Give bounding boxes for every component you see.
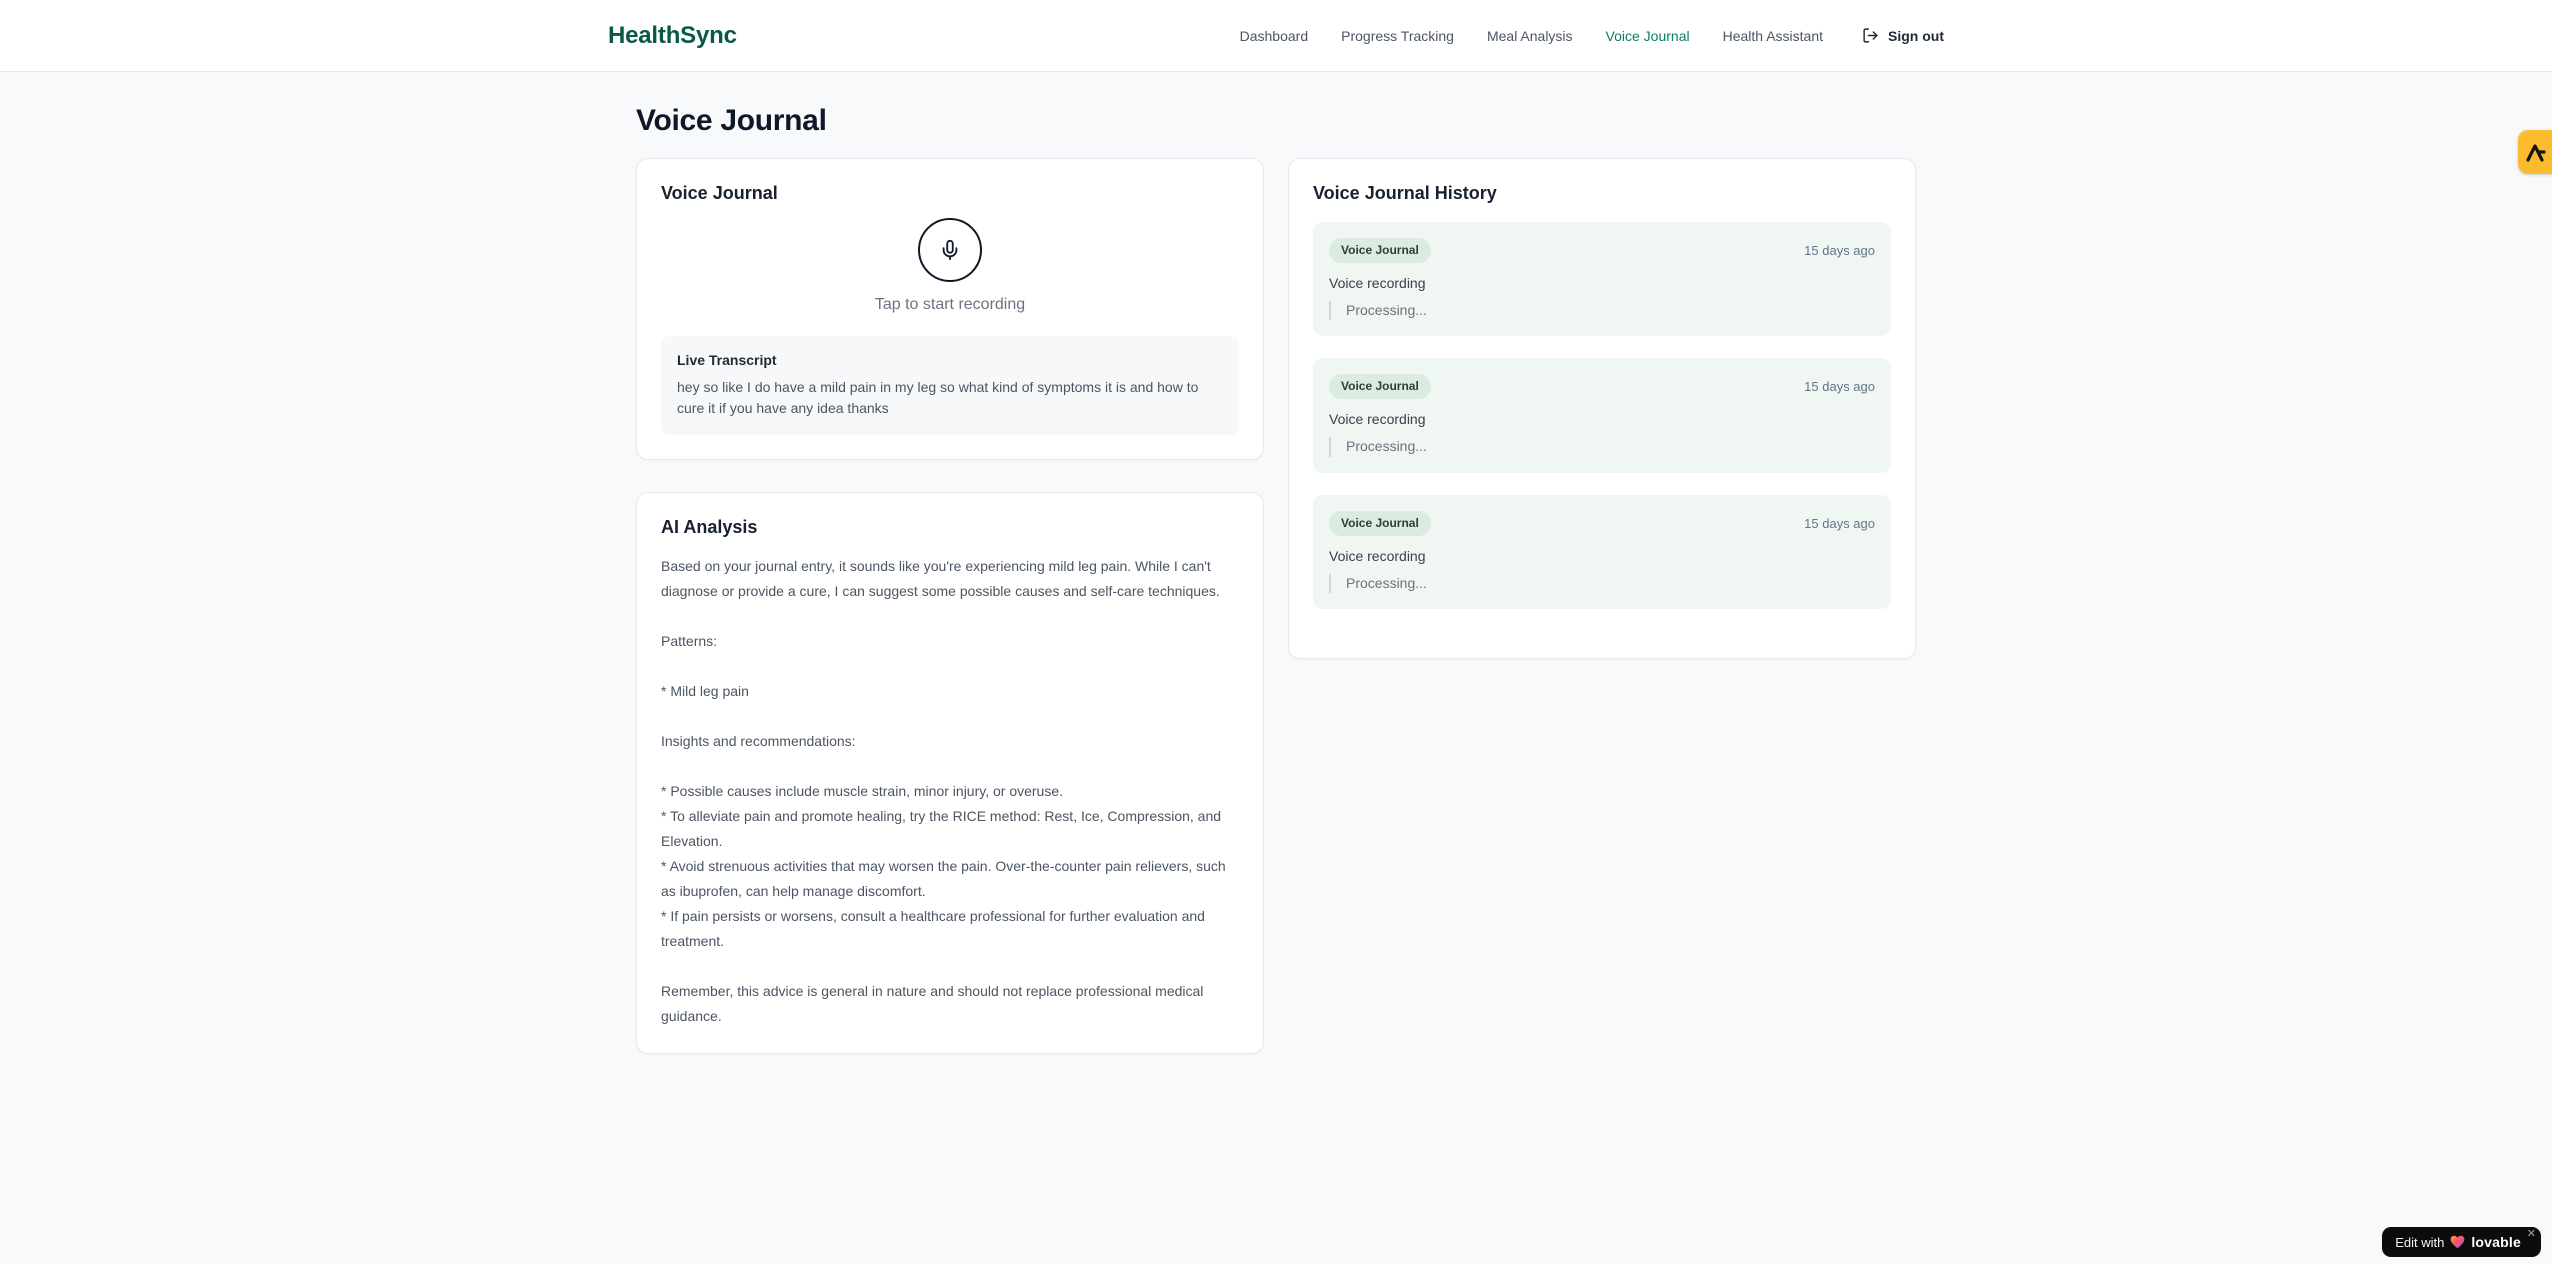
edit-pill-label: Edit with	[2395, 1234, 2445, 1250]
live-transcript-label: Live Transcript	[677, 352, 777, 368]
entry-title: Voice recording	[1329, 547, 1426, 564]
entry-title: Voice recording	[1329, 411, 1426, 428]
nav-item-health-assistant[interactable]: Health Assistant	[1723, 28, 1823, 44]
sign-out-label: Sign out	[1888, 27, 1944, 44]
live-transcript-box: Live Transcript hey so like I do have a …	[661, 336, 1239, 435]
recorder-card-title: Voice Journal	[661, 183, 778, 203]
entry-type-badge: Voice Journal	[1329, 374, 1431, 400]
lovable-wordmark: lovable	[2471, 1234, 2521, 1250]
entry-header: Voice Journal 15 days ago	[1329, 238, 1875, 263]
content-columns: Voice Journal Tap to start recording Liv…	[636, 158, 1916, 1054]
entry-header: Voice Journal 15 days ago	[1329, 510, 1875, 536]
history-list-item[interactable]: Voice Journal 15 days ago Voice recordin…	[1313, 222, 1891, 337]
record-button[interactable]	[918, 218, 982, 282]
left-column: Voice Journal Tap to start recording Liv…	[636, 158, 1264, 1054]
side-panel-badge-button[interactable]	[2518, 130, 2552, 174]
navbar-inner: HealthSync Dashboard Progress Tracking M…	[608, 0, 1944, 71]
top-navbar: HealthSync Dashboard Progress Tracking M…	[0, 0, 2552, 72]
voice-journal-history-card: Voice Journal History Voice Journal 15 d…	[1288, 158, 1916, 659]
nav-item-progress-tracking[interactable]: Progress Tracking	[1341, 28, 1454, 44]
entry-type-badge: Voice Journal	[1329, 238, 1431, 263]
entry-status: Processing...	[1329, 573, 1875, 594]
voice-recorder-card: Voice Journal Tap to start recording Liv…	[636, 158, 1264, 460]
entry-title: Voice recording	[1329, 274, 1426, 291]
nav-item-dashboard[interactable]: Dashboard	[1240, 28, 1309, 44]
ai-analysis-card: AI Analysis Based on your journal entry,…	[636, 492, 1264, 1054]
nav-item-meal-analysis[interactable]: Meal Analysis	[1487, 28, 1573, 44]
ai-analysis-body: Based on your journal entry, it sounds l…	[661, 558, 1226, 1024]
entry-timestamp: 15 days ago	[1804, 379, 1875, 395]
close-icon[interactable]: ✕	[2527, 1229, 2536, 1240]
main-content: Voice Journal Voice Journal Tap to start…	[636, 72, 1916, 1054]
log-out-icon	[1862, 27, 1879, 44]
history-card-title: Voice Journal History	[1313, 183, 1497, 203]
live-transcript-text: hey so like I do have a mild pain in my …	[677, 379, 1199, 416]
entry-status: Processing...	[1329, 437, 1875, 457]
side-badge-logo-icon	[2525, 143, 2547, 162]
entry-type-badge: Voice Journal	[1329, 510, 1431, 536]
sign-out-button[interactable]: Sign out	[1862, 27, 1944, 44]
entry-timestamp: 15 days ago	[1804, 242, 1875, 258]
main-nav: Dashboard Progress Tracking Meal Analysi…	[1240, 27, 1944, 44]
tap-to-record-hint: Tap to start recording	[874, 296, 1026, 313]
history-list: Voice Journal 15 days ago Voice recordin…	[1313, 222, 1891, 634]
entry-status: Processing...	[1329, 300, 1875, 321]
brand-logo[interactable]: HealthSync	[608, 22, 737, 50]
history-list-item[interactable]: Voice Journal 15 days ago Voice recordin…	[1313, 358, 1891, 473]
ai-analysis-title: AI Analysis	[661, 517, 758, 537]
entry-header: Voice Journal 15 days ago	[1329, 374, 1875, 400]
page-title: Voice Journal	[636, 104, 827, 137]
microphone-icon	[939, 239, 961, 261]
heart-icon	[2450, 1235, 2465, 1249]
entry-timestamp: 15 days ago	[1804, 515, 1875, 531]
edit-with-lovable-button[interactable]: Edit with lovable ✕	[2382, 1227, 2541, 1257]
nav-item-voice-journal[interactable]: Voice Journal	[1606, 28, 1690, 44]
history-list-item[interactable]: Voice Journal 15 days ago Voice recordin…	[1313, 494, 1891, 610]
recorder-center: Tap to start recording	[661, 218, 1239, 314]
